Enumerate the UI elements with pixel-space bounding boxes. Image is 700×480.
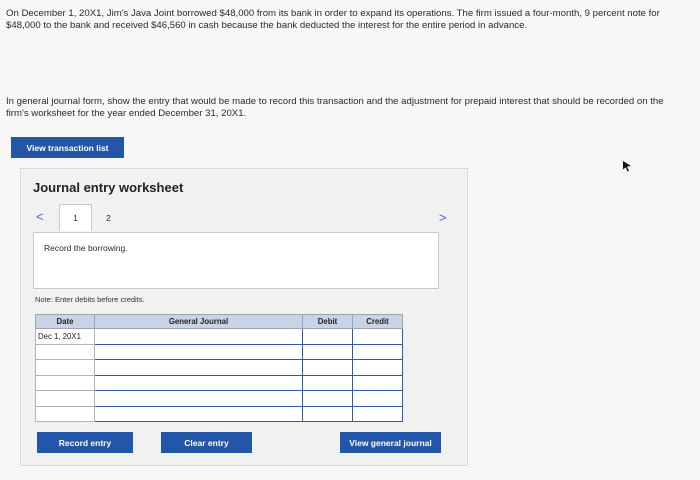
date-cell[interactable]: Dec 1, 20X1 — [35, 328, 95, 345]
next-chevron-icon[interactable]: > — [439, 210, 447, 225]
debit-input[interactable] — [302, 405, 353, 422]
view-transaction-list-button[interactable]: View transaction list — [11, 137, 124, 158]
header-debit: Debit — [302, 314, 353, 329]
date-cell[interactable] — [35, 359, 95, 376]
worksheet-title: Journal entry worksheet — [33, 180, 184, 195]
previous-chevron-icon[interactable]: < — [36, 209, 44, 224]
table-row — [35, 374, 403, 391]
account-input[interactable] — [94, 328, 303, 345]
date-cell[interactable] — [35, 343, 95, 360]
record-instruction-text: Record the borrowing. — [44, 243, 128, 253]
table-row: Dec 1, 20X1 — [35, 328, 403, 345]
credit-input[interactable] — [352, 343, 403, 360]
tab-1[interactable]: 1 — [59, 204, 92, 231]
header-credit: Credit — [352, 314, 403, 329]
debit-input[interactable] — [302, 390, 353, 407]
account-input[interactable] — [94, 359, 303, 376]
debit-input[interactable] — [302, 328, 353, 345]
credit-input[interactable] — [352, 359, 403, 376]
view-general-journal-button[interactable]: View general journal — [340, 432, 441, 453]
record-entry-button[interactable]: Record entry — [37, 432, 133, 453]
worksheet-tabs: 1 2 — [59, 204, 125, 231]
tab-2[interactable]: 2 — [92, 204, 125, 231]
account-input[interactable] — [94, 390, 303, 407]
account-input[interactable] — [94, 343, 303, 360]
problem-statement: On December 1, 20X1, Jim's Java Joint bo… — [6, 8, 660, 31]
debit-input[interactable] — [302, 343, 353, 360]
table-row — [35, 390, 403, 407]
debit-input[interactable] — [302, 374, 353, 391]
account-input[interactable] — [94, 374, 303, 391]
problem-instructions: In general journal form, show the entry … — [6, 96, 664, 119]
entry-note: Note: Enter debits before credits. — [35, 295, 145, 304]
credit-input[interactable] — [352, 405, 403, 422]
account-input[interactable] — [94, 405, 303, 422]
table-row — [35, 343, 403, 360]
journal-table: Date General Journal Debit Credit Dec 1,… — [35, 314, 403, 422]
record-instruction-box: Record the borrowing. — [33, 232, 439, 289]
date-cell[interactable] — [35, 390, 95, 407]
mouse-cursor-icon — [623, 161, 631, 172]
credit-input[interactable] — [352, 328, 403, 345]
credit-input[interactable] — [352, 390, 403, 407]
credit-input[interactable] — [352, 374, 403, 391]
date-cell[interactable] — [35, 405, 95, 422]
clear-entry-button[interactable]: Clear entry — [161, 432, 252, 453]
header-general-journal: General Journal — [94, 314, 303, 329]
table-row — [35, 405, 403, 422]
table-row — [35, 359, 403, 376]
journal-entry-worksheet: Journal entry worksheet < 1 2 > Record t… — [20, 168, 468, 466]
date-cell[interactable] — [35, 374, 95, 391]
debit-input[interactable] — [302, 359, 353, 376]
header-date: Date — [35, 314, 95, 329]
journal-table-header: Date General Journal Debit Credit — [35, 314, 403, 329]
